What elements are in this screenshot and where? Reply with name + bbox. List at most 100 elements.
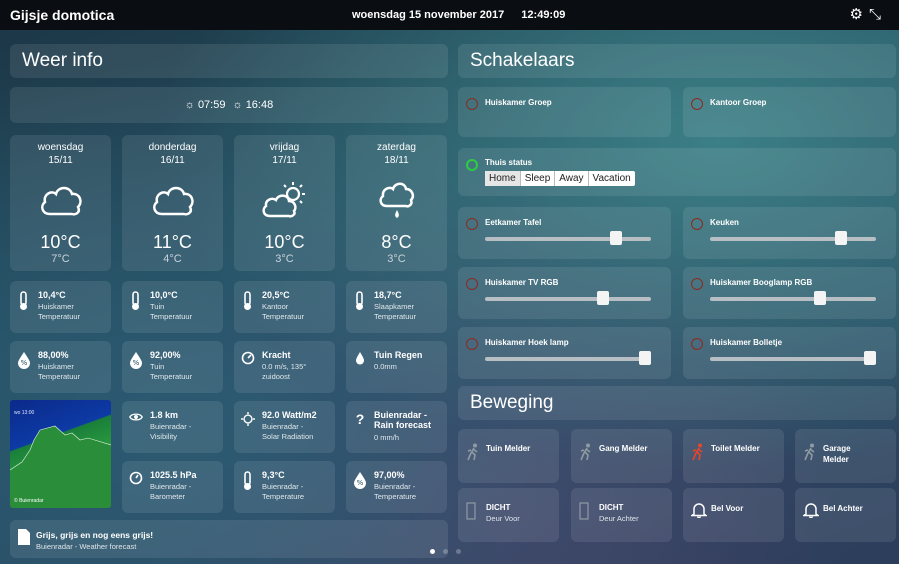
eye-icon [129,411,143,433]
sunrise-time: 07:59 [197,99,226,111]
motion-tuin-melder[interactable]: Tuin Melder [458,429,559,483]
status-ring[interactable] [466,159,478,171]
dimmer-slider[interactable] [485,291,651,305]
sensor-line2: Visibility [150,432,177,441]
sensor-value: 10,4°C [38,290,66,300]
sensor-tile: 9,3°C Buienradar - Temperature [234,461,335,513]
humidity-icon: % [353,471,367,493]
slider-handle[interactable] [813,291,826,305]
sensor-tile: 10,0°C Tuin Temperatuur [122,281,223,333]
door-achter[interactable]: DICHT Deur Achter [571,488,672,542]
gear-icon[interactable]: ⚙ [850,6,869,23]
day-high: 10°C [40,232,81,252]
sensor-sub: Tuin Temperatuur [150,362,192,382]
switches-title: Schakelaars [470,50,575,71]
motion-gang-melder[interactable]: Gang Melder [571,429,672,483]
sensor-tile: ? Buienradar - Rain forecast 0 mm/h [346,401,447,453]
slider-handle[interactable] [610,231,623,245]
switch-huiskamer-groep[interactable]: Huiskamer Groep [458,87,671,137]
dimmer-huiskamer-bolletje: Huiskamer Bolletje [683,327,896,379]
motion-garage-melder[interactable]: Garage Melder [795,429,896,483]
option-home[interactable]: Home [485,171,521,186]
motion-label: Gang Melder [599,444,648,453]
sensor-line1: Tuin [150,362,165,371]
slider-handle[interactable] [639,351,652,365]
sensor-sub: Buienradar - Temperature [374,482,416,502]
radar-time: wo 13:00 [14,410,35,416]
sensor-tile: % 88,00% Huiskamer Temperatuur [10,341,111,393]
dimmer-slider[interactable] [710,351,877,365]
bell-label: Bel Voor [711,504,744,513]
partly-sunny-icon [234,176,335,224]
svg-text:%: % [133,359,140,367]
sunset-time: 16:48 [245,99,274,111]
page-dot[interactable] [456,549,461,554]
sensor-line2: Temperatuur [374,312,417,321]
dimmer-slider[interactable] [485,351,652,365]
dimmer-keuken: Keuken [683,207,896,259]
status-ring[interactable] [691,278,703,290]
dimmer-slider[interactable] [710,231,876,245]
sensor-sub: 0 mm/h [374,433,399,443]
bell-label: Bel Achter [823,504,863,513]
switch-label: Keuken [710,218,739,227]
sensor-line2: Solar Radiation [262,432,314,441]
forecast-day: zaterdag 18/11 8°C 3°C [346,135,447,271]
sensor-tile: 20,5°C Kantoor Temperatuur [234,281,335,333]
status-ring[interactable] [691,98,703,110]
sensor-value: Tuin Regen [374,350,423,360]
sensor-line2: Temperature [262,492,305,501]
motion-toilet-melder[interactable]: Toilet Melder [683,429,784,483]
status-ring[interactable] [466,98,478,110]
sensor-value: 1025.5 hPa [150,470,197,480]
status-ring[interactable] [466,338,478,350]
motion-section-header: Beweging [458,386,896,420]
sensor-tile: 1.8 km Buienradar - Visibility [122,401,223,453]
door-voor[interactable]: DICHT Deur Voor [458,488,559,542]
sensor-line1: Buienradar - [150,482,192,491]
status-ring[interactable] [691,218,703,230]
radar-map[interactable]: wo 13:00 © Buienradar [10,400,111,508]
sensor-line1: Buienradar - [262,482,304,491]
slider-handle[interactable] [835,231,848,245]
bell-icon [801,502,821,523]
door-label: Deur Achter [599,514,639,523]
top-icons: ⚙⤡ [850,5,887,23]
thermometer-icon [241,291,255,313]
switch-kantoor-groep[interactable]: Kantoor Groep [683,87,896,137]
thermometer-icon [17,291,31,313]
page-dot[interactable] [430,549,435,554]
bell-achter[interactable]: Bel Achter [795,488,896,542]
sensor-value: 97,00% [374,470,405,480]
switch-label: Huiskamer Bolletje [710,338,783,347]
sensor-value: 1.8 km [150,410,179,420]
status-ring[interactable] [691,338,703,350]
sensor-line1: Kantoor [262,302,289,311]
slider-handle[interactable] [864,351,877,365]
day-name: zaterdag [377,142,416,153]
option-sleep[interactable]: Sleep [521,171,556,186]
status-ring[interactable] [466,218,478,230]
sensor-sub: Tuin Temperatuur [150,302,192,322]
status-ring[interactable] [466,278,478,290]
radar-credit: © Buienradar [14,498,44,504]
app-title: Gijsje domotica [10,7,115,23]
option-vacation[interactable]: Vacation [589,171,635,186]
collapse-icon[interactable]: ⤡ [869,6,887,23]
dimmer-slider[interactable] [485,231,651,245]
door-label: Deur Voor [486,514,520,523]
sensor-line2: Temperature [374,492,417,501]
dimmer-slider[interactable] [710,291,876,305]
motion-label: Tuin Melder [486,444,531,453]
slider-handle[interactable] [596,291,609,305]
option-away[interactable]: Away [555,171,589,186]
sensor-value: 88,00% [38,350,69,360]
cloud-icon [122,176,223,224]
sensor-line2: zuidoost [262,372,290,381]
sensor-sub: 0.0 m/s, 135° zuidoost [262,362,306,382]
humidity-icon: % [129,351,143,373]
page-dot[interactable] [443,549,448,554]
humidity-icon: % [17,351,31,373]
sensor-value: 20,5°C [262,290,290,300]
bell-voor[interactable]: Bel Voor [683,488,784,542]
